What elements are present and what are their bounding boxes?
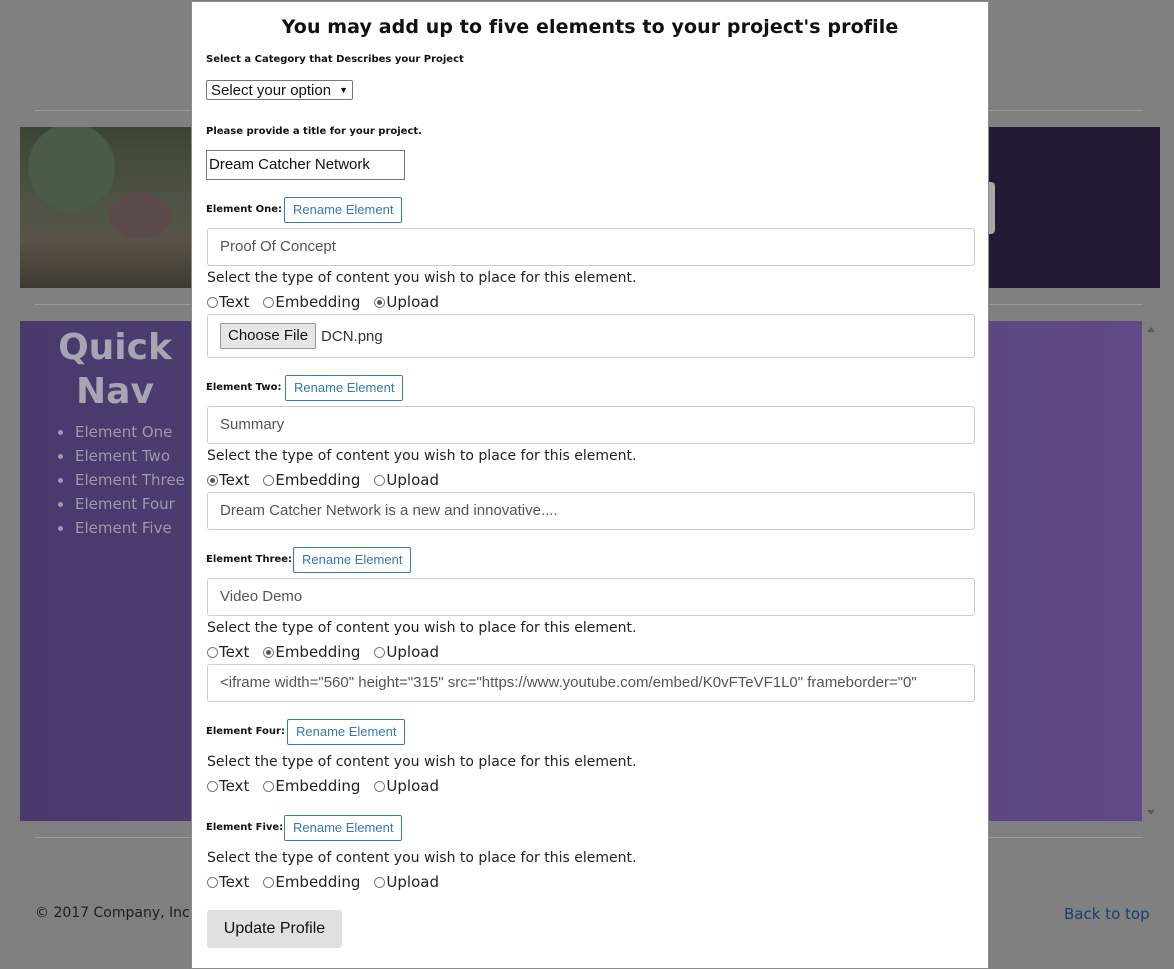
- radio-icon[interactable]: [263, 876, 275, 888]
- element-one-text-option[interactable]: Text: [207, 293, 249, 311]
- radio-icon[interactable]: [207, 780, 218, 792]
- quicknav-item-element-four[interactable]: Element Four: [55, 492, 185, 516]
- option-label: Embedding: [275, 643, 361, 661]
- choose-file-button[interactable]: Choose File: [220, 323, 317, 349]
- option-label: Text: [219, 873, 250, 891]
- element-four-embedding-option[interactable]: Embedding: [263, 777, 360, 795]
- element-two-name-input[interactable]: Summary: [207, 406, 975, 444]
- element-two-label: Element Two:: [206, 382, 282, 393]
- element-two-type-options: Text Embedding Upload: [207, 471, 453, 489]
- element-five-upload-option[interactable]: Upload: [374, 873, 439, 891]
- scroll-down-icon[interactable]: [1147, 810, 1155, 815]
- chosen-file-name: DCN.png: [321, 327, 383, 345]
- rename-element-five-button[interactable]: Rename Element: [284, 815, 403, 841]
- radio-icon[interactable]: [374, 876, 386, 888]
- option-label: Text: [219, 471, 250, 489]
- option-label: Embedding: [275, 777, 361, 795]
- element-four-label: Element Four:: [206, 726, 285, 737]
- element-three-name-input[interactable]: Video Demo: [207, 578, 975, 616]
- quicknav-title-line1: Quick: [58, 327, 172, 368]
- element-two-upload-option[interactable]: Upload: [374, 471, 439, 489]
- quicknav-item-element-three[interactable]: Element Three: [55, 468, 185, 492]
- option-label: Text: [219, 777, 250, 795]
- element-three-prompt: Select the type of content you wish to p…: [207, 620, 637, 636]
- element-three-text-option[interactable]: Text: [207, 643, 249, 661]
- rename-element-three-button[interactable]: Rename Element: [293, 547, 412, 573]
- rename-element-one-button[interactable]: Rename Element: [284, 197, 403, 223]
- element-five-type-options: Text Embedding Upload: [207, 873, 453, 891]
- panel-scrollbar[interactable]: [1143, 321, 1160, 821]
- radio-checked-icon[interactable]: [374, 296, 386, 308]
- option-label: Upload: [386, 293, 439, 311]
- category-label: Select a Category that Describes your Pr…: [206, 54, 464, 65]
- element-three-upload-option[interactable]: Upload: [374, 643, 439, 661]
- element-three-label: Element Three:: [206, 554, 293, 565]
- carousel-control[interactable]: [989, 182, 995, 234]
- element-one-label: Element One:: [206, 204, 283, 215]
- option-label: Upload: [386, 643, 439, 661]
- element-two-embedding-option[interactable]: Embedding: [263, 471, 360, 489]
- radio-icon[interactable]: [207, 296, 218, 308]
- back-to-top-link[interactable]: Back to top: [1064, 905, 1150, 923]
- dropdown-arrow-icon: ▼: [339, 85, 348, 95]
- quicknav-title: Quick Nav: [40, 326, 190, 414]
- element-five-prompt: Select the type of content you wish to p…: [207, 850, 637, 866]
- radio-icon[interactable]: [263, 474, 275, 486]
- radio-icon[interactable]: [374, 474, 386, 486]
- element-two-text-option[interactable]: Text: [207, 471, 249, 489]
- option-label: Upload: [386, 777, 439, 795]
- radio-icon[interactable]: [263, 296, 275, 308]
- copyright-text: © 2017 Company, Inc.: [35, 905, 195, 921]
- element-five-embedding-option[interactable]: Embedding: [263, 873, 360, 891]
- element-five-label: Element Five:: [206, 822, 284, 833]
- quicknav-item-element-two[interactable]: Element Two: [55, 444, 185, 468]
- rename-element-two-button[interactable]: Rename Element: [285, 375, 404, 401]
- option-label: Text: [219, 643, 250, 661]
- radio-checked-icon[interactable]: [207, 474, 218, 486]
- element-one-embedding-option[interactable]: Embedding: [263, 293, 360, 311]
- radio-icon[interactable]: [374, 780, 386, 792]
- element-one-name-input[interactable]: Proof Of Concept: [207, 228, 975, 266]
- option-label: Text: [219, 293, 250, 311]
- element-four-text-option[interactable]: Text: [207, 777, 249, 795]
- category-select-value: Select your option: [211, 82, 332, 99]
- hero-banner: [989, 127, 1160, 288]
- update-profile-button[interactable]: Update Profile: [207, 910, 342, 948]
- profile-modal: You may add up to five elements to your …: [191, 1, 989, 969]
- element-two-prompt: Select the type of content you wish to p…: [207, 448, 637, 464]
- element-four-prompt: Select the type of content you wish to p…: [207, 754, 637, 770]
- scroll-up-icon[interactable]: [1147, 327, 1155, 332]
- project-title-label: Please provide a title for your project.: [206, 126, 422, 137]
- element-two-content-input[interactable]: Dream Catcher Network is a new and innov…: [207, 492, 975, 530]
- element-one-type-options: Text Embedding Upload: [207, 293, 453, 311]
- radio-checked-icon[interactable]: [263, 646, 275, 658]
- quicknav-item-element-five[interactable]: Element Five: [55, 516, 185, 540]
- radio-icon[interactable]: [263, 780, 275, 792]
- hero-photo: [20, 127, 192, 288]
- radio-icon[interactable]: [207, 646, 218, 658]
- option-label: Embedding: [275, 873, 361, 891]
- modal-title: You may add up to five elements to your …: [281, 16, 899, 38]
- option-label: Embedding: [275, 471, 361, 489]
- element-three-embedding-option[interactable]: Embedding: [263, 643, 360, 661]
- quicknav-item-element-one[interactable]: Element One: [55, 420, 185, 444]
- quicknav-list: Element One Element Two Element Three El…: [55, 420, 185, 540]
- element-one-file-box: Choose File DCN.png: [207, 314, 975, 358]
- element-one-prompt: Select the type of content you wish to p…: [207, 270, 637, 286]
- option-label: Embedding: [275, 293, 361, 311]
- option-label: Upload: [386, 471, 439, 489]
- element-five-text-option[interactable]: Text: [207, 873, 249, 891]
- element-four-upload-option[interactable]: Upload: [374, 777, 439, 795]
- element-three-content-input[interactable]: <iframe width="560" height="315" src="ht…: [207, 664, 975, 702]
- quicknav-title-line2: Nav: [76, 371, 154, 412]
- element-one-upload-option[interactable]: Upload: [374, 293, 439, 311]
- rename-element-four-button[interactable]: Rename Element: [287, 719, 406, 745]
- radio-icon[interactable]: [374, 646, 386, 658]
- category-select[interactable]: Select your option ▼: [206, 80, 353, 100]
- project-title-input[interactable]: Dream Catcher Network: [206, 150, 405, 180]
- radio-icon[interactable]: [207, 876, 218, 888]
- option-label: Upload: [386, 873, 439, 891]
- element-four-type-options: Text Embedding Upload: [207, 777, 453, 795]
- element-three-type-options: Text Embedding Upload: [207, 643, 453, 661]
